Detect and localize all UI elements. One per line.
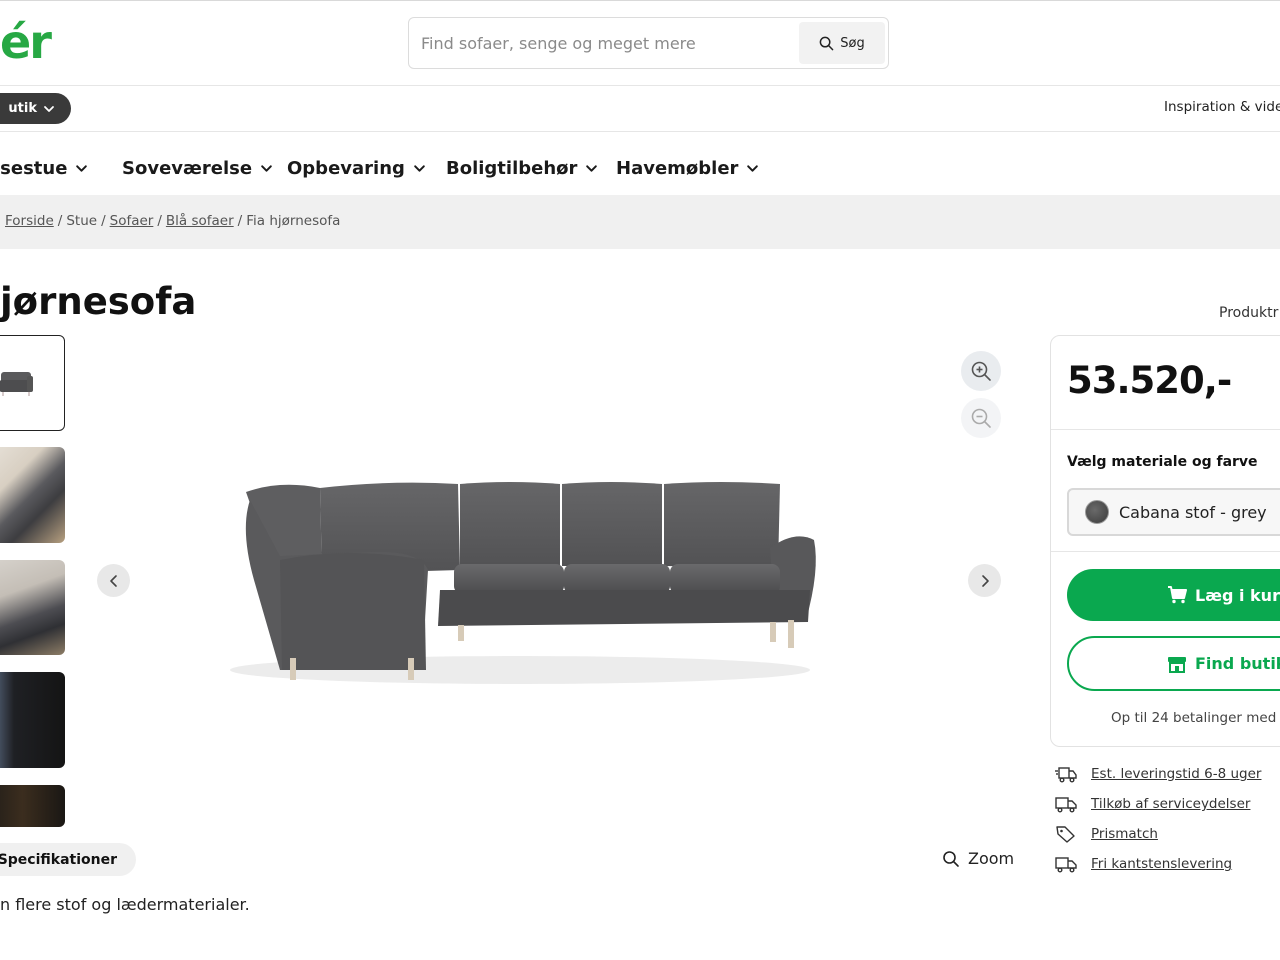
product-info-link[interactable]: Produktr [1219, 305, 1278, 321]
perk-price-match[interactable]: Prismatch [1055, 825, 1158, 843]
nav-item-label: Opbevaring [287, 157, 405, 179]
find-store-label: Find butik [1195, 654, 1280, 673]
breadcrumb-separator: / [157, 213, 162, 229]
zoom-in-button[interactable] [961, 351, 1001, 391]
store-icon [1168, 656, 1186, 673]
store-dropdown-label: utik [8, 101, 37, 116]
nav-item-havemobler[interactable]: Havemøbler [616, 152, 759, 184]
panel-divider [1051, 429, 1280, 430]
chevron-right-icon [981, 574, 989, 587]
breadcrumb-separator: / [237, 213, 243, 229]
perk-curbside-delivery[interactable]: Fri kantstenslevering [1055, 855, 1232, 873]
nav-item-label: Soveværelse [122, 157, 253, 179]
product-image [230, 482, 816, 684]
site-logo[interactable]: ér [0, 14, 52, 70]
nav-item-boligtilbehor[interactable]: Boligtilbehør [446, 152, 598, 184]
price-tag-icon [1056, 826, 1075, 843]
add-to-cart-label: Læg i kurv [1195, 585, 1280, 605]
chevron-left-icon [109, 574, 117, 587]
nav-item-label: Havemøbler [616, 157, 739, 179]
add-to-cart-button[interactable]: Læg i kurv [1067, 569, 1280, 621]
nav-item-sovevaerelse[interactable]: Soveværelse [122, 152, 273, 184]
thumbnail-sofa-image [0, 372, 33, 396]
truck-icon [1055, 857, 1077, 873]
material-value: Cabana stof - grey [1119, 502, 1267, 522]
inspiration-link[interactable]: Inspiration & vide [1164, 99, 1280, 115]
material-label: Vælg materiale og farve [1067, 454, 1258, 470]
nav-item-opbevaring[interactable]: Opbevaring [287, 152, 426, 184]
panel-divider [1051, 551, 1280, 552]
delivery-truck-icon [1055, 767, 1077, 783]
zoom-label-text: Zoom [968, 849, 1015, 868]
search-icon [819, 36, 834, 50]
breadcrumb-current: Fia hjørnesofa [246, 213, 341, 229]
nav-item-stue[interactable]: isestue [0, 152, 88, 184]
next-image-button[interactable] [968, 564, 1001, 597]
page-title: jørnesofa [0, 280, 197, 323]
perk-label: Fri kantstenslevering [1091, 856, 1233, 872]
tab-specifications[interactable]: Specifikationer [0, 843, 136, 876]
chevron-down-icon [747, 164, 759, 172]
top-border [0, 0, 1280, 1]
cart-icon [1168, 586, 1187, 604]
breadcrumb-separator: / [57, 213, 63, 229]
thumbnail-4[interactable] [0, 672, 65, 768]
thumbnail-2[interactable] [0, 447, 65, 543]
perk-services[interactable]: Tilkøb af serviceydelser [1055, 795, 1250, 813]
nav-item-label: Boligtilbehør [446, 157, 578, 179]
breadcrumb-link-blaa-sofaer[interactable]: Blå sofaer [166, 213, 234, 229]
perk-delivery-time[interactable]: Est. leveringstid 6-8 uger [1055, 765, 1261, 783]
header-divider [0, 85, 1280, 86]
search-input[interactable] [421, 30, 801, 56]
product-description: n flere stof og lædermaterialer. [0, 895, 250, 914]
perk-label: Tilkøb af serviceydelser [1091, 796, 1251, 812]
store-dropdown[interactable]: utik [0, 93, 71, 124]
breadcrumb-separator: / [101, 213, 106, 229]
material-select[interactable]: Cabana stof - grey [1067, 488, 1280, 536]
product-price: 53.520,- [1067, 359, 1232, 402]
color-swatch [1085, 500, 1109, 524]
breadcrumb-link-forside[interactable]: Forside [5, 213, 54, 229]
subheader-divider [0, 131, 1280, 132]
zoom-in-icon [971, 361, 991, 381]
search-icon [943, 850, 959, 867]
breadcrumb-item-stue: Stue [66, 213, 98, 229]
zoom-out-button[interactable] [961, 398, 1001, 438]
zoom-button[interactable]: Zoom [942, 849, 1014, 868]
thumbnail-1[interactable] [0, 335, 65, 431]
find-store-button[interactable]: Find butik [1067, 636, 1280, 691]
chevron-down-icon [44, 105, 54, 112]
breadcrumb: Forside / Stue / Sofaer / Blå sofaer / Fia hjørn… [5, 213, 340, 229]
chevron-down-icon [76, 164, 88, 172]
installment-info: Op til 24 betalinger med [1111, 710, 1277, 726]
search-button[interactable]: Søg [799, 22, 885, 64]
search-bar: Søg [408, 17, 889, 69]
previous-image-button[interactable] [97, 564, 130, 597]
chevron-down-icon [414, 164, 425, 172]
chevron-down-icon [586, 164, 598, 172]
search-button-label: Søg [840, 35, 865, 51]
truck-icon [1055, 797, 1077, 813]
perk-label: Prismatch [1091, 826, 1158, 842]
perk-label: Est. leveringstid 6-8 uger [1091, 766, 1262, 782]
thumbnail-3[interactable] [0, 560, 65, 655]
nav-item-label: isestue [0, 157, 68, 179]
thumbnail-5[interactable] [0, 785, 65, 827]
zoom-out-icon [971, 408, 991, 428]
breadcrumb-link-sofaer[interactable]: Sofaer [110, 213, 154, 229]
chevron-down-icon [261, 164, 272, 172]
